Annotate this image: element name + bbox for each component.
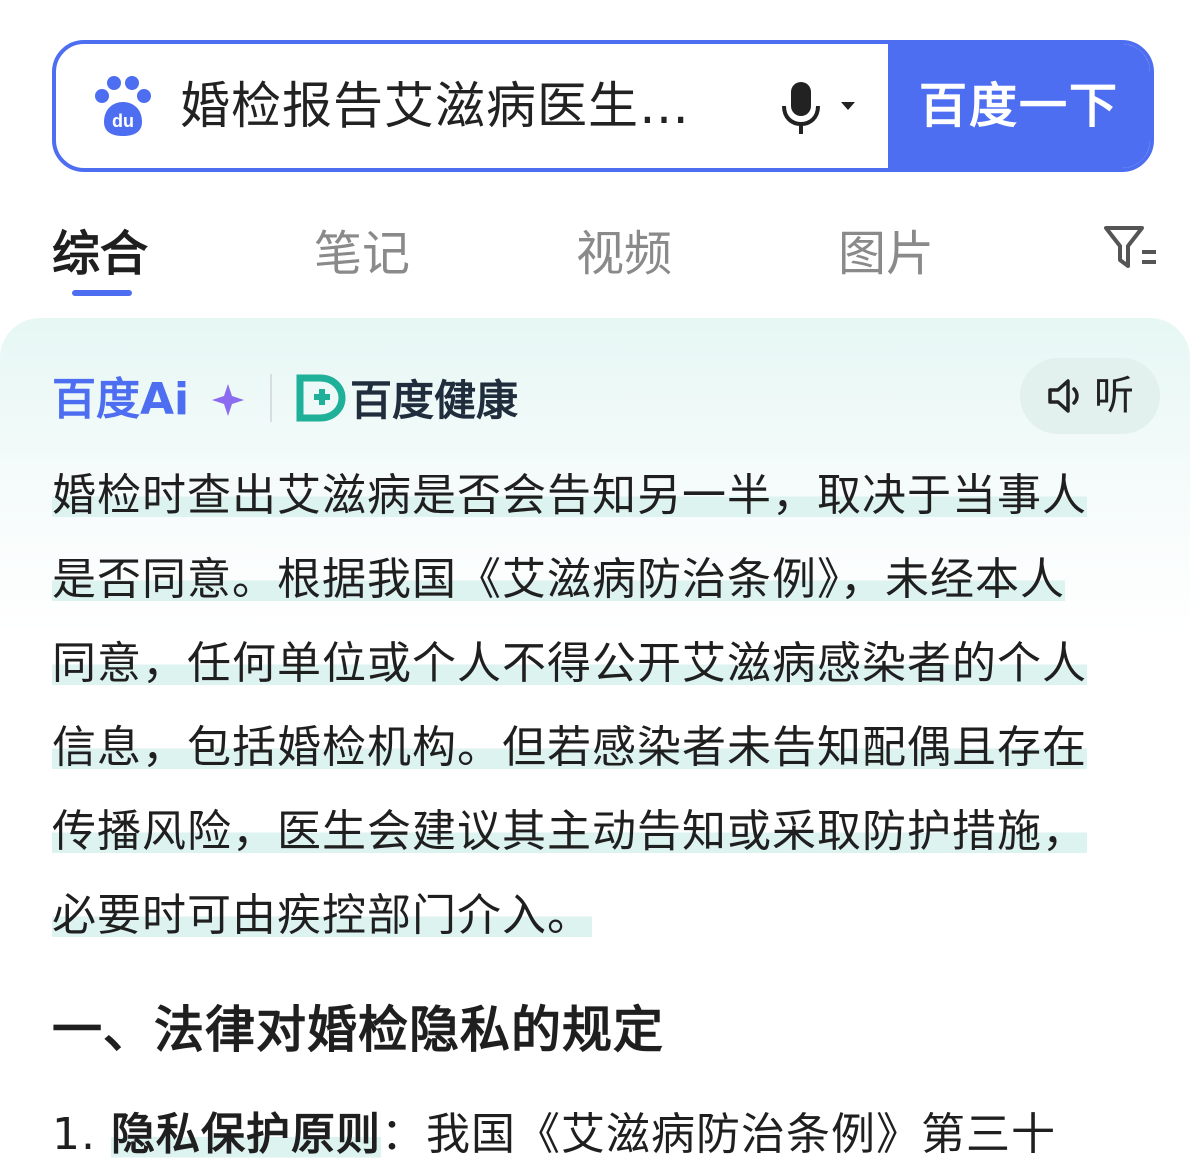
- ai-answer-text: 婚检时查出艾滋病是否会告知另一半，取决于当事人 是否同意。根据我国《艾滋病防治条…: [52, 458, 1162, 962]
- answer-line: 是否同意。根据我国《艾滋病防治条例》，未经本人: [52, 554, 1065, 605]
- ai-answer-card: 百度Ai 百度健康 听 婚检时查出艾滋病是否会告知另一半，取决于当事人 是否同意…: [0, 318, 1190, 1160]
- result-tabs: 综合 笔记 视频 图片: [0, 200, 1190, 310]
- speaker-icon: [1048, 379, 1079, 413]
- answer-line: 同意，任何单位或个人不得公开艾滋病感染者的个人: [52, 638, 1087, 689]
- search-bar: du 婚检报告艾滋病医生… 百度一下: [52, 40, 1154, 172]
- list-item-term: 隐私保护原则: [110, 1109, 381, 1160]
- svg-text:百度健康: 百度健康: [350, 376, 518, 425]
- list-item-text: ：我国《艾滋病防治条例》第三十: [380, 1109, 1056, 1160]
- list-item: 1. 隐私保护原则：我国《艾滋病防治条例》第三十: [52, 1098, 1056, 1162]
- baidu-paw-logo-icon: du: [95, 76, 151, 136]
- listen-label: 听: [1094, 373, 1134, 419]
- filter-icon[interactable]: [1102, 222, 1158, 274]
- tab-video[interactable]: 视频: [576, 214, 672, 284]
- svg-text:百度Ai: 百度Ai: [52, 374, 189, 425]
- search-input[interactable]: 婚检报告艾滋病医生…: [180, 44, 690, 168]
- tab-images[interactable]: 图片: [838, 214, 934, 284]
- active-tab-indicator: [72, 290, 132, 296]
- answer-line: 婚检时查出艾滋病是否会告知另一半，取决于当事人: [52, 470, 1087, 521]
- section-heading: 一、法律对婚检隐私的规定: [52, 1001, 664, 1059]
- tab-all[interactable]: 综合: [52, 214, 148, 284]
- microphone-icon[interactable]: [776, 78, 826, 138]
- answer-line: 传播风险，医生会建议其主动告知或采取防护措施，: [52, 806, 1087, 857]
- tab-notes[interactable]: 笔记: [314, 214, 410, 284]
- svg-text:du: du: [112, 111, 134, 131]
- mic-dropdown-caret-icon[interactable]: [841, 102, 855, 110]
- baidu-health-logo: 百度健康: [296, 374, 518, 425]
- baidu-ai-logo: 百度Ai: [52, 374, 244, 425]
- brand-divider: [270, 374, 272, 422]
- search-button[interactable]: 百度一下: [888, 44, 1150, 168]
- answer-line: 必要时可由疾控部门介入。: [52, 890, 592, 941]
- list-item-number: 1.: [52, 1109, 96, 1160]
- listen-button[interactable]: 听: [1020, 358, 1160, 434]
- answer-line: 信息，包括婚检机构。但若感染者未告知配偶且存在: [52, 722, 1087, 773]
